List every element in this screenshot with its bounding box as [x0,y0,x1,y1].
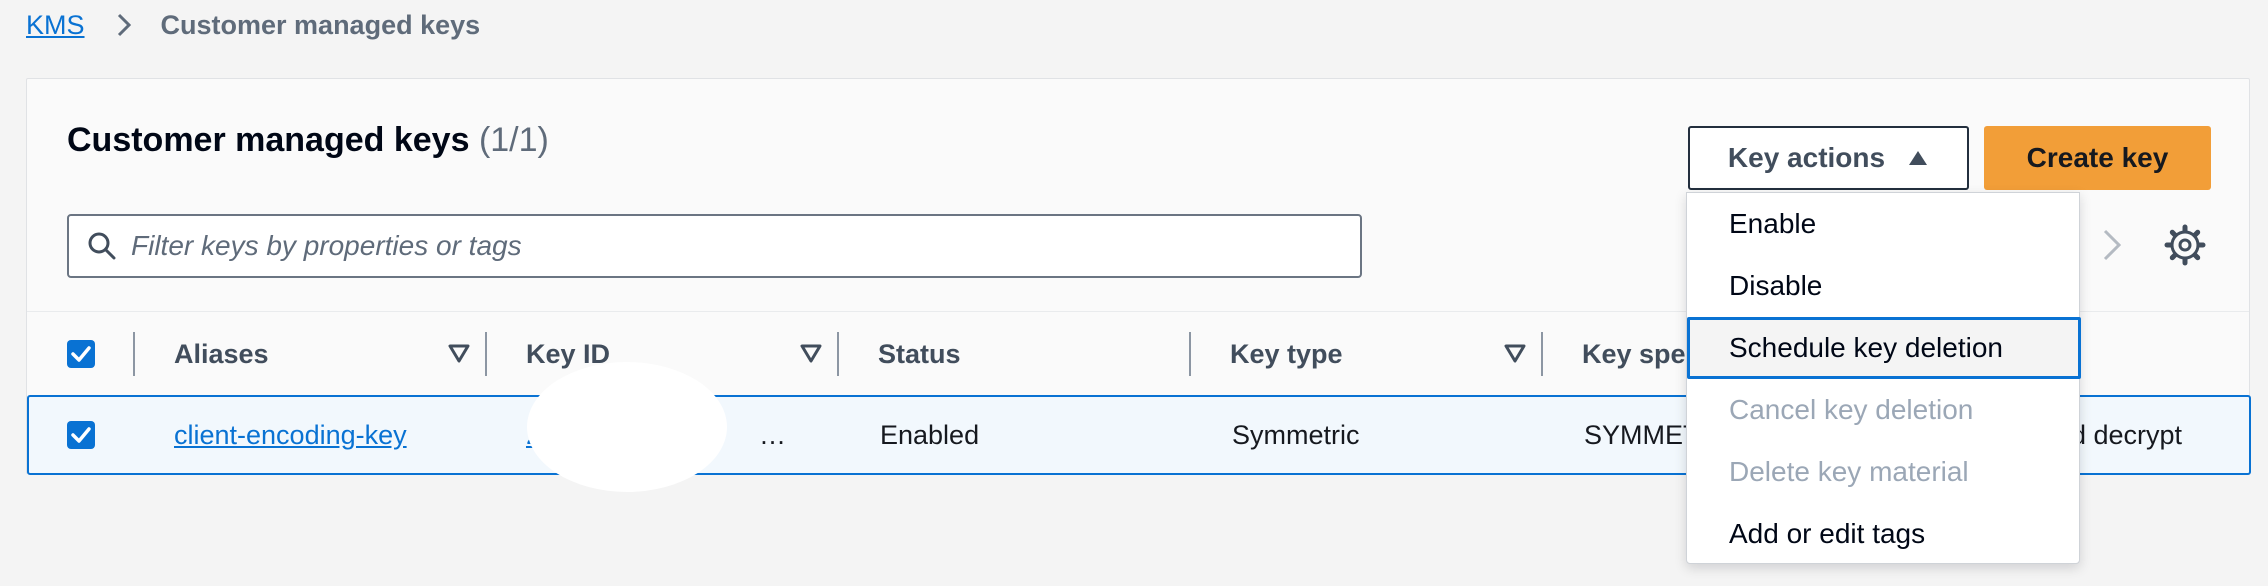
select-all-checkbox[interactable] [67,340,95,368]
menu-item-schedule-key-deletion[interactable]: Schedule key deletion [1687,317,2081,379]
menu-item-disable[interactable]: Disable [1687,255,2081,317]
chevron-right-icon[interactable] [2091,225,2131,265]
caret-down-icon[interactable] [799,340,823,366]
page-title: Customer managed keys (1/1) [67,121,549,160]
search-icon [88,232,116,260]
menu-item-enable[interactable]: Enable [1687,193,2081,255]
row-checkbox[interactable] [67,421,95,449]
menu-item-delete-key-material: Delete key material [1729,456,1969,487]
caret-up-icon [1909,151,1928,165]
column-divider[interactable] [1541,332,1543,376]
alias-link[interactable]: client-encoding-key [174,420,407,451]
column-header-key-spec[interactable]: Key spec [1582,312,1701,396]
search-field[interactable] [67,214,1362,278]
caret-down-icon[interactable] [1503,340,1527,366]
menu-item-cancel-key-deletion: Cancel key deletion [1729,394,1974,425]
breadcrumb-kms-link[interactable]: KMS [26,10,85,41]
chevron-right-icon [117,13,131,37]
selection-count: (1/1) [478,121,549,159]
key-actions-button[interactable]: Key actions [1688,126,1969,190]
column-divider[interactable] [485,332,487,376]
panel-title-text: Customer managed keys [67,121,470,159]
key-id-ellipsis: … [759,419,786,450]
caret-down-icon[interactable] [447,340,471,366]
column-divider[interactable] [1189,332,1191,376]
key-actions-menu: Enable Disable Schedule key deletion Can… [1686,192,2081,565]
check-icon [71,427,91,443]
key-actions-label: Key actions [1727,142,1886,173]
key-type-value: Symmetric [1232,419,1360,450]
column-divider[interactable] [837,332,839,376]
key-usage-value: d decrypt [2071,419,2183,450]
breadcrumb: KMS Customer managed keys [26,8,480,42]
redaction-mask [527,362,727,492]
check-icon [71,346,91,362]
breadcrumb-current: Customer managed keys [160,9,481,40]
column-header-key-type[interactable]: Key type [1230,312,1343,396]
key-spec-value: SYMMET [1584,419,1700,450]
menu-item-add-or-edit-tags[interactable]: Add or edit tags [1687,503,2081,565]
column-header-aliases[interactable]: Aliases [174,312,269,396]
create-key-button[interactable]: Create key [1984,126,2211,190]
gear-icon[interactable] [2163,223,2207,267]
search-input[interactable] [131,221,1360,271]
column-divider [133,332,135,376]
column-header-status[interactable]: Status [878,312,961,396]
status-value: Enabled [880,419,980,450]
